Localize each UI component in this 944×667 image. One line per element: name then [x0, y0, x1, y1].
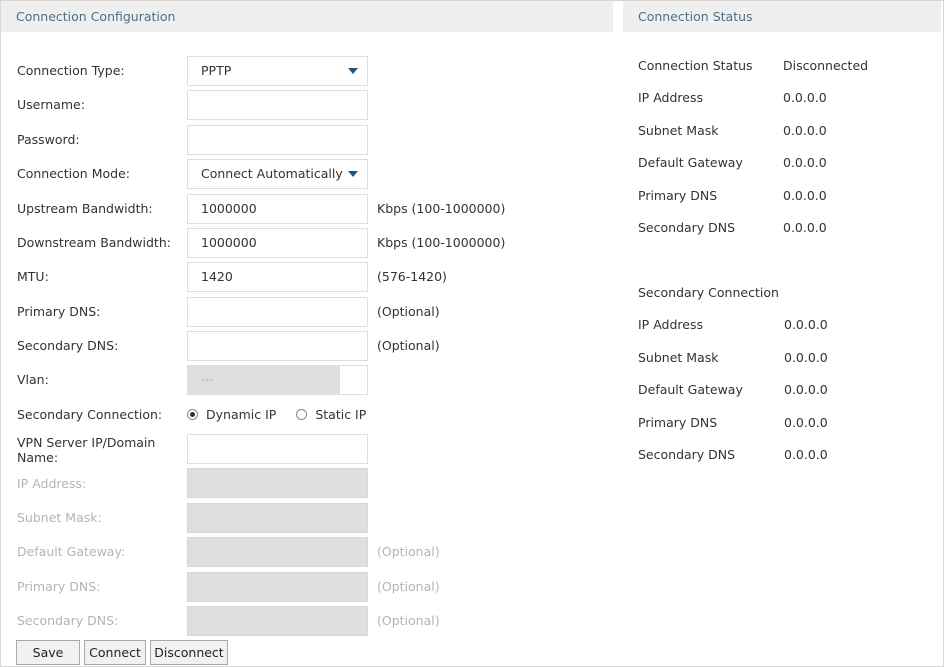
status-sec-secondary-dns-value: 0.0.0.0	[784, 447, 828, 462]
chevron-down-icon	[348, 171, 358, 177]
sec-subnet-mask-input	[187, 503, 368, 533]
secondary-dns-hint: (Optional)	[377, 338, 440, 353]
secondary-connection-radio-group: Dynamic IP Static IP	[187, 405, 386, 423]
status-sec-secondary-dns-label: Secondary DNS	[638, 447, 736, 462]
radio-dynamic-ip-label: Dynamic IP	[206, 406, 277, 422]
connection-type-value: PPTP	[201, 63, 232, 78]
sec-default-gateway-label: Default Gateway:	[17, 544, 126, 559]
upstream-bandwidth-label: Upstream Bandwidth:	[17, 201, 153, 216]
radio-unchecked-icon	[296, 408, 308, 420]
status-ip-address-value: 0.0.0.0	[783, 90, 827, 105]
radio-static-ip-label: Static IP	[315, 406, 367, 422]
status-secondary-dns-value: 0.0.0.0	[783, 220, 827, 235]
sec-primary-dns-label: Primary DNS:	[17, 579, 101, 594]
secondary-connection-label: Secondary Connection:	[17, 407, 163, 422]
sec-default-gateway-input	[187, 537, 368, 567]
vpn-server-input[interactable]	[187, 434, 368, 464]
upstream-bandwidth-hint: Kbps (100-1000000)	[377, 201, 506, 216]
connection-mode-select[interactable]: Connect Automatically	[187, 159, 368, 189]
status-sec-default-gateway-label: Default Gateway	[638, 382, 743, 397]
status-subnet-mask-label: Subnet Mask	[638, 123, 719, 138]
sec-secondary-dns-hint: (Optional)	[377, 613, 440, 628]
status-sec-subnet-mask-value: 0.0.0.0	[784, 350, 828, 365]
config-panel-header: Connection Configuration	[1, 1, 613, 32]
password-label: Password:	[17, 132, 80, 147]
upstream-bandwidth-input[interactable]: 1000000	[187, 194, 368, 224]
radio-static-ip[interactable]: Static IP	[296, 407, 366, 422]
status-panel-header: Connection Status	[623, 1, 941, 32]
status-sec-ip-address-label: IP Address	[638, 317, 703, 332]
config-panel-title: Connection Configuration	[16, 9, 176, 24]
sec-primary-dns-input	[187, 572, 368, 602]
downstream-bandwidth-label: Downstream Bandwidth:	[17, 235, 171, 250]
vlan-label: Vlan:	[17, 372, 49, 387]
password-input[interactable]	[187, 125, 368, 155]
sec-ip-address-label: IP Address:	[17, 476, 87, 491]
connection-mode-value: Connect Automatically	[201, 166, 343, 181]
sec-secondary-dns-label: Secondary DNS:	[17, 613, 119, 628]
sec-ip-address-input	[187, 468, 368, 498]
downstream-bandwidth-hint: Kbps (100-1000000)	[377, 235, 506, 250]
secondary-dns-label: Secondary DNS:	[17, 338, 119, 353]
status-default-gateway-value: 0.0.0.0	[783, 155, 827, 170]
mtu-label: MTU:	[17, 269, 49, 284]
status-primary-dns-value: 0.0.0.0	[783, 188, 827, 203]
mtu-input[interactable]: 1420	[187, 262, 368, 292]
save-button[interactable]: Save	[16, 640, 80, 665]
mtu-hint: (576-1420)	[377, 269, 447, 284]
sec-default-gateway-hint: (Optional)	[377, 544, 440, 559]
secondary-dns-input[interactable]	[187, 331, 368, 361]
radio-dynamic-ip[interactable]: Dynamic IP	[187, 407, 276, 422]
status-connection-status-value: Disconnected	[783, 58, 869, 73]
vpn-server-label: VPN Server IP/Domain Name:	[17, 435, 156, 465]
connection-mode-label: Connection Mode:	[17, 166, 130, 181]
status-subnet-mask-value: 0.0.0.0	[783, 123, 827, 138]
vlan-field: ---	[187, 365, 368, 395]
status-ip-address-label: IP Address	[638, 90, 703, 105]
primary-dns-label: Primary DNS:	[17, 304, 101, 319]
status-sec-default-gateway-value: 0.0.0.0	[784, 382, 828, 397]
username-label: Username:	[17, 97, 85, 112]
status-panel-title: Connection Status	[638, 9, 753, 24]
status-sec-ip-address-value: 0.0.0.0	[784, 317, 828, 332]
radio-checked-icon	[187, 408, 198, 420]
status-connection-status-label: Connection Status	[638, 58, 753, 73]
status-secondary-connection-title: Secondary Connection	[638, 285, 779, 300]
status-primary-dns-label: Primary DNS	[638, 188, 718, 203]
status-sec-primary-dns-label: Primary DNS	[638, 415, 718, 430]
disconnect-button[interactable]: Disconnect	[150, 640, 228, 665]
sec-primary-dns-hint: (Optional)	[377, 579, 440, 594]
sec-secondary-dns-input	[187, 606, 368, 636]
connection-type-select[interactable]: PPTP	[187, 56, 368, 86]
primary-dns-input[interactable]	[187, 297, 368, 327]
downstream-bandwidth-input[interactable]: 1000000	[187, 228, 368, 258]
primary-dns-hint: (Optional)	[377, 304, 440, 319]
status-sec-subnet-mask-label: Subnet Mask	[638, 350, 719, 365]
username-input[interactable]	[187, 90, 368, 120]
connect-button[interactable]: Connect	[84, 640, 146, 665]
status-secondary-dns-label: Secondary DNS	[638, 220, 736, 235]
vlan-value: ---	[188, 366, 340, 394]
connection-type-label: Connection Type:	[17, 63, 125, 78]
status-default-gateway-label: Default Gateway	[638, 155, 743, 170]
chevron-down-icon	[348, 68, 358, 74]
status-sec-primary-dns-value: 0.0.0.0	[784, 415, 828, 430]
sec-subnet-mask-label: Subnet Mask:	[17, 510, 102, 525]
